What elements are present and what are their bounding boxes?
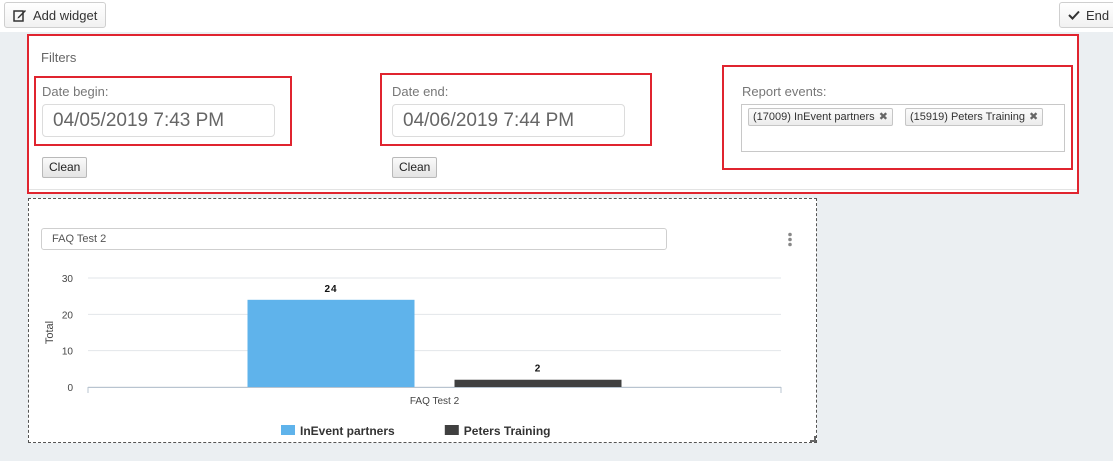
data-label: 24 <box>324 284 337 295</box>
remove-tag-icon[interactable]: ✖ <box>879 109 888 125</box>
y-tick-label: 30 <box>62 274 74 285</box>
top-toolbar: Add widget End <box>0 0 1113 32</box>
legend-swatch <box>444 425 459 435</box>
y-axis-label: Total <box>44 321 56 344</box>
report-event-tag: (17009) InEvent partners ✖ <box>748 108 893 126</box>
report-event-tag-label: (15919) Peters Training <box>910 111 1025 123</box>
date-end-label: Date end: <box>392 84 449 99</box>
filters-panel: Filters Date begin: 04/05/2019 7:43 PM C… <box>27 34 1079 194</box>
report-events-label: Report events: <box>742 84 827 99</box>
x-tick-label: FAQ Test 2 <box>410 396 460 407</box>
edit-icon <box>13 8 27 22</box>
data-label: 2 <box>535 364 542 375</box>
date-end-input[interactable]: 04/06/2019 7:44 PM <box>392 104 625 137</box>
report-events-input[interactable]: (17009) InEvent partners ✖ (15919) Peter… <box>741 104 1065 152</box>
bar <box>247 299 415 387</box>
end-label: End <box>1086 7 1110 23</box>
date-begin-label: Date begin: <box>42 84 109 99</box>
y-tick-label: 0 <box>67 383 73 394</box>
filters-divider <box>29 189 1077 190</box>
y-tick-label: 10 <box>62 347 74 358</box>
bar-chart: 0 10 20 30 Total 24 2 FAQ Test 2 InEvent partner… <box>44 274 782 438</box>
add-widget-label: Add widget <box>33 7 98 23</box>
resize-handle[interactable] <box>810 436 816 442</box>
legend-swatch <box>281 425 295 435</box>
check-icon <box>1068 9 1080 21</box>
legend-label: InEvent partners <box>300 424 395 438</box>
end-button[interactable]: End <box>1059 2 1113 28</box>
date-begin-clean-button[interactable]: Clean <box>42 157 88 178</box>
date-end-clean-button[interactable]: Clean <box>392 157 438 178</box>
filters-title: Filters <box>41 50 77 65</box>
y-tick-label: 20 <box>62 310 74 321</box>
bar <box>454 379 622 387</box>
report-event-tag: (15919) Peters Training ✖ <box>905 108 1044 126</box>
remove-tag-icon[interactable]: ✖ <box>1029 109 1038 125</box>
add-widget-button[interactable]: Add widget <box>4 2 107 28</box>
legend-label: Peters Training <box>464 424 551 438</box>
report-event-tag-label: (17009) InEvent partners <box>753 111 875 123</box>
date-begin-input[interactable]: 04/05/2019 7:43 PM <box>42 104 275 137</box>
chart-widget: FAQ Test 2 0 10 20 30 Total 24 2 FAQ Test 2 InEv… <box>28 198 817 443</box>
